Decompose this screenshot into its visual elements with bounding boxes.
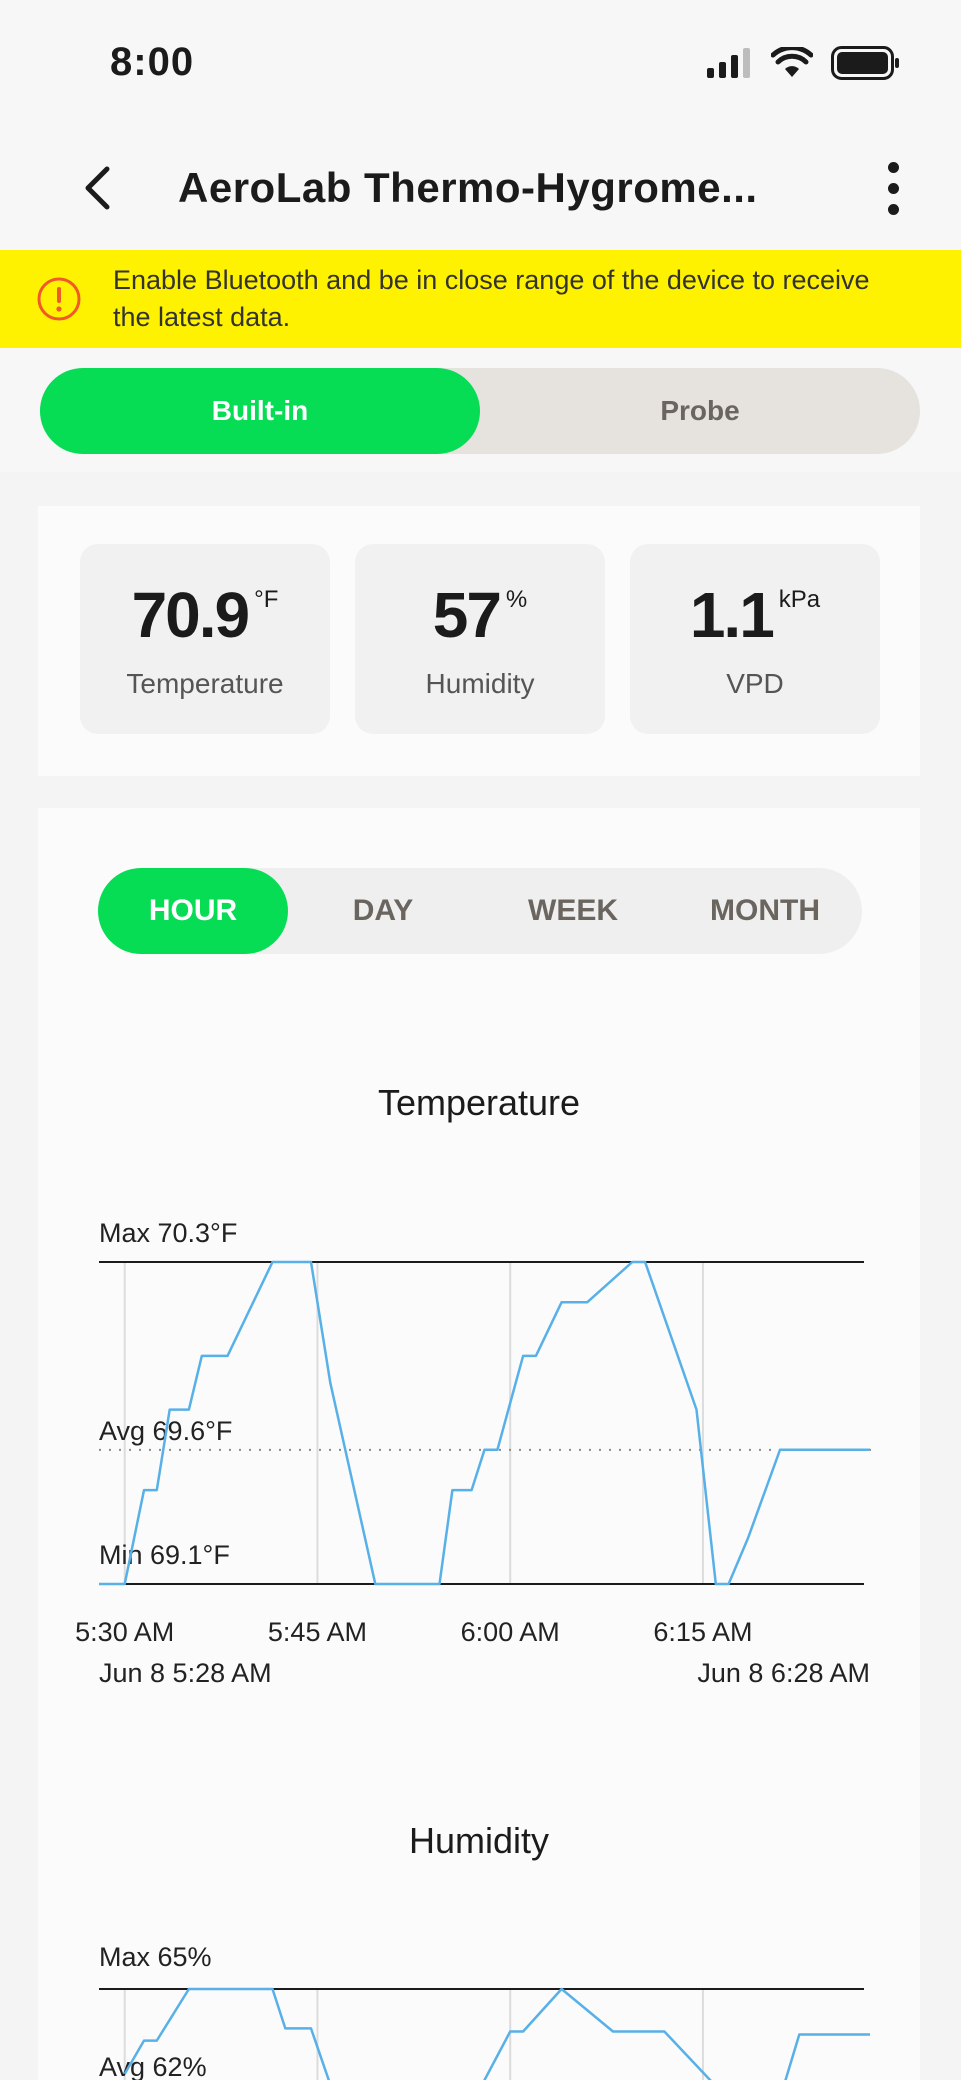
back-button[interactable] xyxy=(72,148,122,228)
more-options-button[interactable] xyxy=(873,148,913,228)
x-tick-label: 5:45 AM xyxy=(268,1617,367,1647)
temperature-reading: 70.9 °F Temperature xyxy=(80,544,330,734)
max-label: Max 65% xyxy=(99,1942,212,1972)
range-tabs: HOUR DAY WEEK MONTH xyxy=(98,868,862,954)
reading-label: Temperature xyxy=(126,668,284,699)
temperature-chart: Max 70.3°FAvg 69.6°FMin 69.1°F5:30 AM 5:4… xyxy=(75,1218,878,1688)
range-end-label: Jun 8 6:28 AM xyxy=(697,1658,870,1688)
chevron-left-icon xyxy=(85,166,110,210)
tab-month[interactable]: MONTH xyxy=(668,868,862,954)
source-option-probe[interactable]: Probe xyxy=(480,368,920,454)
kebab-dot-icon xyxy=(887,203,899,215)
cellular-signal-icon xyxy=(707,48,750,78)
temperature-chart-title: Temperature xyxy=(377,1082,581,1123)
status-bar: 8:00 xyxy=(0,0,961,120)
tab-hour[interactable]: HOUR xyxy=(98,868,288,954)
x-tick-label: 6:00 AM xyxy=(461,1617,560,1647)
source-toggle: Built-in Probe xyxy=(40,368,920,454)
battery-icon xyxy=(831,46,899,80)
status-icons xyxy=(707,46,901,80)
kebab-dot-icon xyxy=(887,161,899,173)
reading-value: 70.9 xyxy=(131,579,251,651)
reading-label: VPD xyxy=(726,668,784,699)
reading-unit: % xyxy=(505,586,528,613)
source-toggle-section: Built-in Probe xyxy=(0,348,961,472)
range-start-label: Jun 8 5:28 AM xyxy=(99,1658,272,1688)
alert-circle-icon xyxy=(37,277,81,321)
reading-unit: °F xyxy=(254,586,279,613)
status-time: 8:00 xyxy=(110,40,195,84)
reading-value: 57 xyxy=(432,579,502,651)
banner-text: Enable Bluetooth and be in close range o… xyxy=(113,265,870,332)
kebab-dot-icon xyxy=(887,182,899,194)
reading-unit: kPa xyxy=(778,586,821,613)
tab-week[interactable]: WEEK xyxy=(478,868,668,954)
reading-value: 1.1 xyxy=(689,579,775,651)
source-option-built-in[interactable]: Built-in xyxy=(40,368,480,454)
humidity-reading: 57% Humidity xyxy=(355,544,605,734)
bluetooth-warning-banner: Enable Bluetooth and be in close range o… xyxy=(0,250,961,348)
current-readings-card: 70.9 °F Temperature 57% Humidity 1.1 kPa V… xyxy=(38,506,920,776)
x-tick-label: 6:15 AM xyxy=(653,1617,752,1647)
nav-bar: AeroLab Thermo-Hygrome... xyxy=(0,120,961,250)
max-label: Max 70.3°F xyxy=(99,1218,237,1248)
page-title: AeroLab Thermo-Hygrome... xyxy=(178,164,758,211)
min-label: Min 69.1°F xyxy=(99,1540,230,1570)
x-tick-label: 5:30 AM xyxy=(75,1617,174,1647)
humidity-series-line xyxy=(123,1987,870,2080)
humidity-chart-title: Humidity xyxy=(408,1820,550,1861)
reading-label: Humidity xyxy=(425,668,535,699)
history-card: HOUR DAY WEEK MONTH Temperature Max 70.3… xyxy=(38,808,920,2080)
avg-label: Avg 62% xyxy=(99,2052,207,2080)
tab-day[interactable]: DAY xyxy=(288,868,478,954)
wifi-icon xyxy=(771,47,813,77)
humidity-chart: Max 65% Avg 62% xyxy=(99,1942,870,2080)
vpd-reading: 1.1 kPa VPD xyxy=(630,544,880,734)
